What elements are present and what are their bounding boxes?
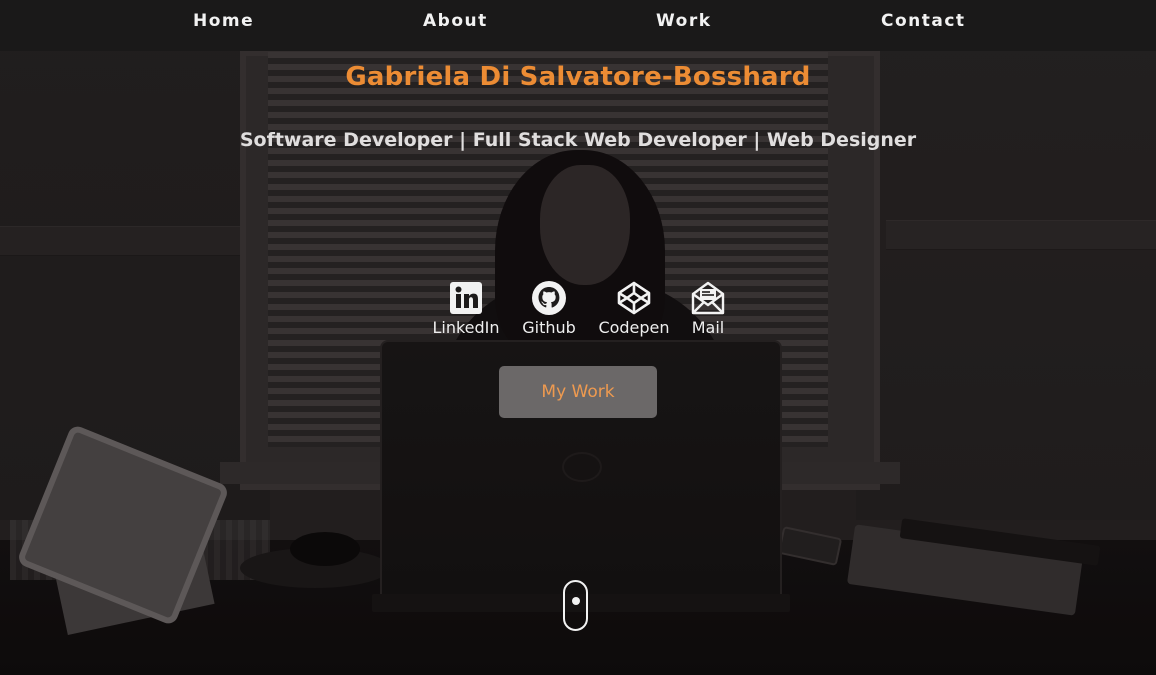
scroll-wheel-dot — [572, 597, 580, 605]
hero-subtitle: Software Developer | Full Stack Web Deve… — [239, 129, 917, 151]
nav-about-link[interactable]: About — [423, 11, 488, 31]
page: Home About Work Contact Gabriela Di Salv… — [0, 0, 1156, 675]
top-navbar: Home About Work Contact — [0, 0, 1156, 51]
codepen-label: Codepen — [598, 318, 670, 337]
nav-contact-link[interactable]: Contact — [881, 11, 966, 31]
codepen-icon — [617, 281, 651, 315]
linkedin-icon — [450, 282, 482, 314]
scroll-down-indicator[interactable] — [563, 580, 588, 631]
my-work-button[interactable]: My Work — [499, 366, 657, 418]
github-icon — [532, 281, 566, 315]
dark-overlay — [0, 0, 1156, 675]
mail-label: Mail — [691, 318, 725, 337]
linkedin-label: LinkedIn — [432, 318, 500, 337]
nav-home-link[interactable]: Home — [193, 11, 254, 31]
github-label: Github — [522, 318, 576, 337]
linkedin-link[interactable]: LinkedIn — [429, 280, 503, 337]
nav-work-link[interactable]: Work — [656, 11, 712, 31]
github-link[interactable]: Github — [519, 280, 579, 337]
codepen-link[interactable]: Codepen — [595, 280, 673, 337]
mail-icon — [691, 281, 725, 315]
hero-name-heading: Gabriela Di Salvatore-Bosshard — [345, 62, 811, 92]
hero-background-photo — [0, 0, 1156, 675]
mail-link[interactable]: Mail — [689, 280, 727, 337]
